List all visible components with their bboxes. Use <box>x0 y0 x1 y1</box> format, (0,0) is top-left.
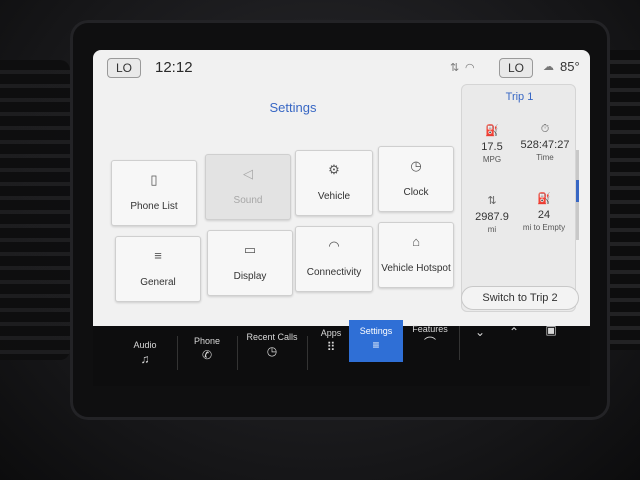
nav-label: Recent Calls <box>246 332 298 342</box>
nav-audio[interactable]: Audio ♫ <box>117 334 173 388</box>
trip-time: ⏱ 528:47:27 Time <box>514 123 576 162</box>
climate-left-chip[interactable]: LO <box>107 58 142 78</box>
phone-projection-icon: ▣ <box>545 323 557 337</box>
scroll-thumb[interactable] <box>576 180 579 202</box>
distance-value: 2987.9 <box>475 211 509 223</box>
tile-label: General <box>140 277 176 288</box>
clock-time: 12:12 <box>155 59 193 76</box>
status-bar: LO 12:12 ⇅ ◠ LO ☁ 85° <box>93 50 590 84</box>
trip-panel: Trip 1 ⛽ 17.5 MPG ⏱ 528:47:27 Time ⇅ 298… <box>461 84 576 312</box>
time-value: 528:47:27 <box>520 139 570 151</box>
hotspot-icon: ⌂ <box>412 234 420 249</box>
nav-label: Settings <box>359 326 393 336</box>
wifi-signal-icon: ◠ <box>465 62 475 74</box>
nav-divider <box>459 326 460 360</box>
display-icon: ▭ <box>243 242 257 257</box>
nav-label: Audio <box>133 340 157 350</box>
bottom-nav: Audio ♫ Phone ✆ Recent Calls ◷ Apps ⠿ Se… <box>93 320 590 388</box>
sliders-icon: ≡ <box>154 248 162 263</box>
outside-temperature: 85° <box>560 59 580 74</box>
page-title: Settings <box>269 100 317 115</box>
recent-calls-icon: ◷ <box>266 344 278 358</box>
features-car-icon: ⌒ <box>423 336 436 350</box>
tile-label: Sound <box>233 195 263 206</box>
tile-phone-list[interactable]: ▯ Phone List <box>111 160 197 226</box>
music-note-icon: ♫ <box>140 352 150 366</box>
nav-features[interactable]: Features ⌒ <box>405 318 455 372</box>
nav-divider <box>237 336 238 370</box>
tile-label: Vehicle <box>317 191 351 202</box>
chevron-down-icon: ⌄ <box>474 325 486 339</box>
tile-clock[interactable]: ◷ Clock <box>378 146 454 212</box>
tile-vehicle[interactable]: ⚙ Vehicle <box>295 150 373 216</box>
climate-right-chip[interactable]: LO <box>499 58 534 78</box>
mpg-value: 17.5 <box>481 141 503 153</box>
trip-distance: ⇅ 2987.9 mi <box>464 195 520 234</box>
outside-temp-icon: ☁ <box>543 61 554 73</box>
tile-connectivity[interactable]: ◠ Connectivity <box>295 226 373 292</box>
tile-label: Vehicle Hotspot <box>381 263 451 274</box>
fuel-economy-icon: ⛽ <box>485 125 499 137</box>
nav-label: Apps <box>320 328 342 338</box>
tile-sound: ◁ Sound <box>205 154 291 220</box>
time-unit: Time <box>536 153 554 162</box>
nav-label: Features <box>412 324 448 334</box>
tile-label: Display <box>233 271 267 282</box>
phone-icon: ✆ <box>201 348 213 362</box>
nav-label: Phone <box>193 336 221 346</box>
nav-apps[interactable]: Apps ⠿ <box>309 322 353 376</box>
nav-divider <box>307 336 308 370</box>
nav-recent-calls[interactable]: Recent Calls ◷ <box>241 326 303 380</box>
nav-chevron-down[interactable]: ⌄ <box>463 318 497 372</box>
switch-trip-button[interactable]: Switch to Trip 2 <box>461 286 579 310</box>
settings-sliders-icon: ≡ <box>372 338 380 352</box>
route-icon: ⇅ <box>487 195 497 207</box>
trip-mpg: ⛽ 17.5 MPG <box>464 125 520 164</box>
trip-scrollbar[interactable] <box>576 150 579 240</box>
phone-list-icon: ▯ <box>150 172 158 187</box>
mpg-unit: MPG <box>482 155 502 164</box>
empty-unit: mi to Empty <box>522 223 566 232</box>
fuel-pump-icon: ⛽ <box>537 193 551 205</box>
distance-unit: mi <box>487 225 497 234</box>
chevron-up-icon: ⌃ <box>508 325 520 339</box>
tile-vehicle-hotspot[interactable]: ⌂ Vehicle Hotspot <box>378 222 454 288</box>
empty-value: 24 <box>537 209 551 221</box>
left-air-vent <box>0 60 70 360</box>
wifi-icon: ◠ <box>328 238 340 253</box>
tile-general[interactable]: ≡ General <box>115 236 201 302</box>
tile-display[interactable]: ▭ Display <box>207 230 293 296</box>
stopwatch-icon: ⏱ <box>540 123 550 135</box>
trip-title: Trip 1 <box>505 91 534 103</box>
trip-miles-to-empty: ⛽ 24 mi to Empty <box>516 193 572 232</box>
vehicle-icon: ⚙ <box>328 162 340 177</box>
speaker-icon: ◁ <box>243 166 253 181</box>
data-transfer-icon: ⇅ <box>450 62 460 74</box>
nav-chevron-up[interactable]: ⌃ <box>497 318 531 372</box>
tile-label: Phone List <box>130 201 178 212</box>
nav-settings[interactable]: Settings ≡ <box>349 320 403 362</box>
right-air-vent <box>608 50 640 350</box>
infotainment-screen: LO 12:12 ⇅ ◠ LO ☁ 85° Settings ▯ Phone L… <box>93 50 590 350</box>
nav-phone[interactable]: Phone ✆ <box>181 330 233 384</box>
tile-label: Clock <box>403 187 429 198</box>
clock-icon: ◷ <box>410 158 422 173</box>
apps-grid-icon: ⠿ <box>326 340 336 354</box>
nav-phone-projection[interactable]: ▣ <box>533 316 569 370</box>
tile-label: Connectivity <box>306 267 362 278</box>
nav-divider <box>177 336 178 370</box>
